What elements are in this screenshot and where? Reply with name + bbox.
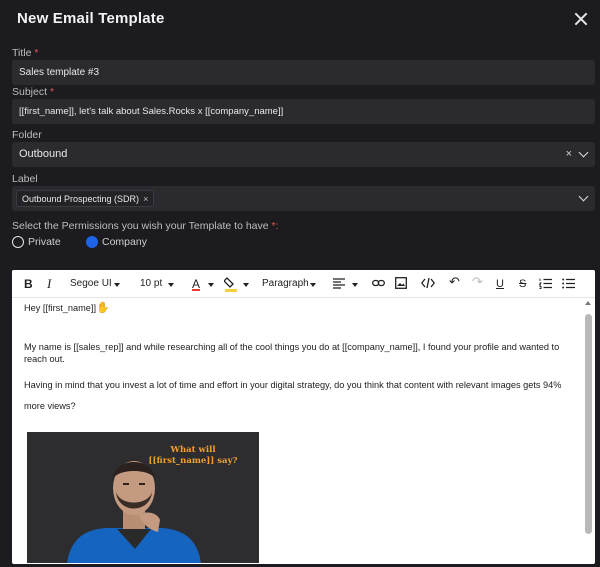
caret-down-icon[interactable]	[352, 283, 358, 287]
strikethrough-button[interactable]: S	[519, 277, 526, 291]
italic-button[interactable]: I	[47, 277, 51, 291]
required-marker: *	[49, 86, 55, 98]
radio-private-label[interactable]: Private	[28, 236, 61, 248]
new-email-template-modal: New Email Template Title * Sales templat…	[0, 0, 600, 567]
numbered-list-icon[interactable]	[539, 278, 552, 289]
modal-header: New Email Template	[0, 0, 600, 38]
label-label: Label	[12, 173, 38, 185]
title-label: Title *	[12, 47, 38, 59]
image-caption-line-2: [[first_name]] say?	[148, 456, 238, 466]
folder-select[interactable]: Outbound ×	[12, 142, 595, 167]
block-format-select[interactable]: Paragraph	[262, 277, 309, 291]
align-left-icon[interactable]	[333, 278, 345, 289]
folder-label: Folder	[12, 129, 42, 141]
close-icon[interactable]	[572, 10, 590, 28]
waving-hand-icon: ✋	[96, 302, 110, 314]
required-marker: *	[34, 47, 39, 59]
radio-company[interactable]	[86, 236, 98, 248]
caret-down-icon[interactable]	[168, 283, 174, 287]
highlight-color-icon[interactable]	[224, 276, 238, 292]
image-caption-line-1: What will	[170, 445, 216, 455]
title-input[interactable]: Sales template #3	[12, 60, 595, 85]
bold-button[interactable]: B	[24, 277, 33, 291]
radio-company-label[interactable]: Company	[102, 236, 147, 248]
code-icon[interactable]	[421, 277, 435, 289]
label-select[interactable]: Outbound Prospecting (SDR) ×	[12, 186, 595, 211]
editor-scrollbar[interactable]	[585, 314, 592, 534]
paragraph-2: Having in mind that you invest a lot of …	[24, 380, 562, 411]
editor-toolbar: B I Segoe UI 10 pt A Paragraph ↶ ↷ U S	[12, 270, 595, 298]
chevron-down-icon[interactable]	[578, 147, 589, 158]
caret-down-icon[interactable]	[310, 283, 316, 287]
image-icon[interactable]	[395, 277, 407, 289]
title-label-text: Title	[12, 47, 32, 59]
subject-input[interactable]: [[first_name]], let's talk about Sales.R…	[12, 99, 595, 124]
label-chip: Outbound Prospecting (SDR) ×	[16, 190, 155, 207]
scroll-up-arrow[interactable]	[585, 301, 591, 305]
bullet-list-icon[interactable]	[562, 278, 575, 289]
editor-content[interactable]: Hey [[first_name]]✋ My name is [[sales_r…	[12, 299, 580, 564]
image-caption: What will [[first_name]] say?	[143, 445, 243, 467]
email-editor[interactable]: B I Segoe UI 10 pt A Paragraph ↶ ↷ U S H…	[12, 270, 595, 564]
text-color-button[interactable]: A	[192, 277, 200, 291]
embedded-image: What will [[first_name]] say?	[27, 432, 259, 563]
font-family-select[interactable]: Segoe UI	[70, 277, 112, 291]
caret-down-icon[interactable]	[208, 283, 214, 287]
folder-value: Outbound	[19, 148, 68, 160]
greeting-text: Hey [[first_name]]	[24, 303, 96, 313]
font-size-select[interactable]: 10 pt	[140, 277, 162, 291]
modal-title: New Email Template	[17, 10, 165, 27]
radio-private[interactable]	[12, 236, 24, 248]
permissions-label: Select the Permissions you wish your Tem…	[12, 220, 279, 232]
link-icon[interactable]	[372, 278, 385, 289]
redo-button[interactable]: ↷	[472, 275, 483, 289]
paragraph-1: My name is [[sales_rep]] and while resea…	[24, 342, 560, 364]
clear-icon[interactable]: ×	[566, 142, 572, 167]
chip-remove-icon[interactable]: ×	[143, 194, 148, 204]
undo-button[interactable]: ↶	[449, 275, 460, 289]
required-marker: *:	[271, 220, 279, 232]
caret-down-icon[interactable]	[243, 283, 249, 287]
subject-label: Subject *	[12, 86, 54, 98]
greeting-line: Hey [[first_name]]✋	[24, 301, 110, 314]
underline-button[interactable]: U	[496, 277, 504, 291]
caret-down-icon[interactable]	[114, 283, 120, 287]
subject-label-text: Subject	[12, 86, 48, 98]
permissions-label-text: Select the Permissions you wish your Tem…	[12, 220, 269, 232]
label-chip-text: Outbound Prospecting (SDR)	[22, 194, 140, 204]
chevron-down-icon[interactable]	[578, 191, 589, 202]
